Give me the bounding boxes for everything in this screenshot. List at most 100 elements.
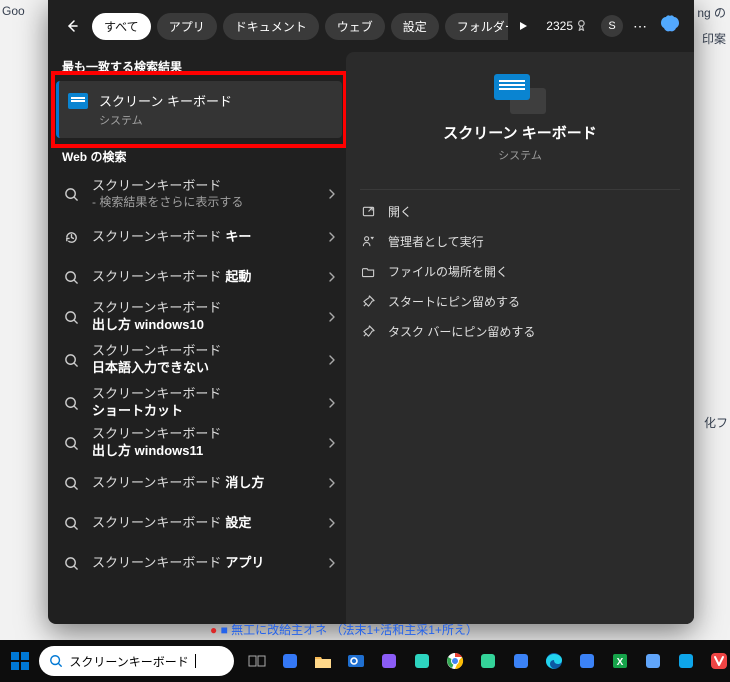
search-icon bbox=[49, 654, 63, 668]
taskbar-app-app8[interactable] bbox=[671, 646, 701, 676]
suggestion-label: スクリーンキーボード 日本語入力できない bbox=[92, 343, 314, 377]
taskbar-app-vivaldi[interactable] bbox=[704, 646, 730, 676]
tab-apps[interactable]: アプリ bbox=[157, 13, 217, 40]
tab-settings[interactable]: 設定 bbox=[391, 13, 439, 40]
preview-app-icon bbox=[494, 74, 546, 114]
taskbar-app-explorer[interactable] bbox=[308, 646, 338, 676]
search-icon bbox=[60, 556, 82, 571]
action-label: 開く bbox=[388, 203, 412, 220]
action-label: スタートにピン留めする bbox=[388, 293, 520, 310]
suggestion-label: スクリーンキーボードキー bbox=[92, 229, 314, 246]
search-suggestion[interactable]: スクリーンキーボード 出し方 windows10 bbox=[56, 297, 346, 337]
tab-documents[interactable]: ドキュメント bbox=[223, 13, 319, 40]
taskbar-app-app1[interactable] bbox=[275, 646, 305, 676]
keyboard-icon bbox=[68, 93, 88, 109]
search-suggestion[interactable]: スクリーンキーボード 消し方 bbox=[56, 463, 346, 503]
open-icon bbox=[360, 205, 376, 218]
chevron-right-icon bbox=[324, 518, 340, 528]
action-pin[interactable]: スタートにピン留めする bbox=[360, 286, 680, 316]
play-icon bbox=[518, 21, 528, 31]
search-icon bbox=[60, 310, 82, 325]
taskbar-app-edge[interactable] bbox=[539, 646, 569, 676]
copilot-icon bbox=[658, 13, 684, 39]
suggestion-label: スクリーンキーボード - 検索結果をさらに表示する bbox=[92, 178, 314, 210]
action-label: ファイルの場所を開く bbox=[388, 263, 508, 280]
best-match-title: スクリーン キーボード bbox=[99, 91, 332, 110]
account-avatar[interactable]: S bbox=[601, 15, 623, 37]
search-suggestion[interactable]: スクリーンキーボード - 検索結果をさらに表示する bbox=[56, 171, 346, 217]
search-suggestion[interactable]: スクリーンキーボードアプリ bbox=[56, 543, 346, 583]
start-button[interactable] bbox=[4, 645, 35, 677]
more-button[interactable]: ⋯ bbox=[633, 18, 648, 35]
pin-icon bbox=[360, 325, 376, 338]
taskbar: スクリーンキーボード X bbox=[0, 640, 730, 682]
bg-text: ng の bbox=[697, 4, 726, 21]
rewards-points-value: 2325 bbox=[546, 19, 573, 33]
search-icon bbox=[60, 270, 82, 285]
search-panel: すべて アプリ ドキュメント ウェブ 設定 フォルダー 写 2325 S ⋯ bbox=[48, 0, 694, 624]
action-open[interactable]: 開く bbox=[360, 196, 680, 226]
web-search-label: Web の検索 bbox=[62, 148, 346, 165]
chevron-right-icon bbox=[324, 355, 340, 365]
copilot-button[interactable] bbox=[658, 13, 684, 39]
action-label: タスク バーにピン留めする bbox=[388, 323, 535, 340]
search-header: すべて アプリ ドキュメント ウェブ 設定 フォルダー 写 2325 S ⋯ bbox=[48, 0, 694, 52]
search-icon bbox=[60, 353, 82, 368]
taskbar-app-excel[interactable]: X bbox=[605, 646, 635, 676]
arrow-left-icon bbox=[64, 18, 80, 34]
suggestion-label: スクリーンキーボード 出し方 windows11 bbox=[92, 426, 314, 460]
preview-title: スクリーン キーボード bbox=[443, 122, 596, 143]
action-admin[interactable]: 管理者として実行 bbox=[360, 226, 680, 256]
admin-icon bbox=[360, 235, 376, 248]
suggestion-label: スクリーンキーボード ショートカット bbox=[92, 386, 314, 420]
tab-folders[interactable]: フォルダー bbox=[445, 13, 509, 40]
tab-web[interactable]: ウェブ bbox=[325, 13, 385, 40]
search-suggestion[interactable]: スクリーンキーボードキー bbox=[56, 217, 346, 257]
action-folder[interactable]: ファイルの場所を開く bbox=[360, 256, 680, 286]
filter-tabs: すべて アプリ ドキュメント ウェブ 設定 フォルダー 写 bbox=[92, 13, 508, 40]
taskbar-search[interactable]: スクリーンキーボード bbox=[39, 646, 234, 676]
taskbar-app-app7[interactable] bbox=[638, 646, 668, 676]
search-icon bbox=[60, 396, 82, 411]
action-pin[interactable]: タスク バーにピン留めする bbox=[360, 316, 680, 346]
chevron-right-icon bbox=[324, 232, 340, 242]
windows-icon bbox=[10, 651, 30, 671]
chevron-right-icon bbox=[324, 189, 340, 199]
rewards-points[interactable]: 2325 bbox=[546, 19, 591, 33]
taskbar-apps: X bbox=[242, 646, 730, 676]
search-suggestion[interactable]: スクリーンキーボード 起動 bbox=[56, 257, 346, 297]
search-suggestion[interactable]: スクリーンキーボード 出し方 windows11 bbox=[56, 423, 346, 463]
tabs-overflow-button[interactable] bbox=[512, 15, 534, 37]
tab-all[interactable]: すべて bbox=[92, 13, 151, 40]
chevron-right-icon bbox=[324, 398, 340, 408]
best-match-subtitle: システム bbox=[99, 112, 332, 128]
taskbar-app-chrome[interactable] bbox=[440, 646, 470, 676]
taskbar-app-app4[interactable] bbox=[473, 646, 503, 676]
suggestion-label: スクリーンキーボード 設定 bbox=[92, 515, 314, 532]
taskbar-app-app3[interactable] bbox=[407, 646, 437, 676]
folder-icon bbox=[360, 265, 376, 278]
bg-text: Goo bbox=[2, 4, 25, 18]
best-match-item[interactable]: スクリーン キーボード システム bbox=[56, 81, 342, 138]
taskbar-app-outlook[interactable] bbox=[341, 646, 371, 676]
pin-icon bbox=[360, 295, 376, 308]
bg-text: 印案 bbox=[702, 30, 726, 47]
search-suggestion[interactable]: スクリーンキーボード ショートカット bbox=[56, 383, 346, 423]
bg-fragment-text: ● ■ 無工に改給主オネ （法末1+活和主采1+所え） bbox=[210, 621, 570, 638]
taskbar-app-taskview[interactable] bbox=[242, 646, 272, 676]
chevron-right-icon bbox=[324, 478, 340, 488]
back-button[interactable] bbox=[56, 10, 88, 42]
suggestion-label: スクリーンキーボードアプリ bbox=[92, 555, 314, 572]
suggestion-label: スクリーンキーボード 出し方 windows10 bbox=[92, 300, 314, 334]
taskbar-app-app5[interactable] bbox=[506, 646, 536, 676]
taskbar-app-app6[interactable] bbox=[572, 646, 602, 676]
bg-text: 化フ bbox=[704, 414, 728, 431]
search-suggestion[interactable]: スクリーンキーボード 設定 bbox=[56, 503, 346, 543]
taskbar-app-app2[interactable] bbox=[374, 646, 404, 676]
preview-pane: スクリーン キーボード システム 開く管理者として実行ファイルの場所を開くスター… bbox=[346, 52, 694, 624]
suggestion-label: スクリーンキーボード 起動 bbox=[92, 269, 314, 286]
action-label: 管理者として実行 bbox=[388, 233, 484, 250]
preview-subtitle: システム bbox=[498, 147, 542, 163]
search-suggestion[interactable]: スクリーンキーボード 日本語入力できない bbox=[56, 337, 346, 383]
chevron-right-icon bbox=[324, 312, 340, 322]
